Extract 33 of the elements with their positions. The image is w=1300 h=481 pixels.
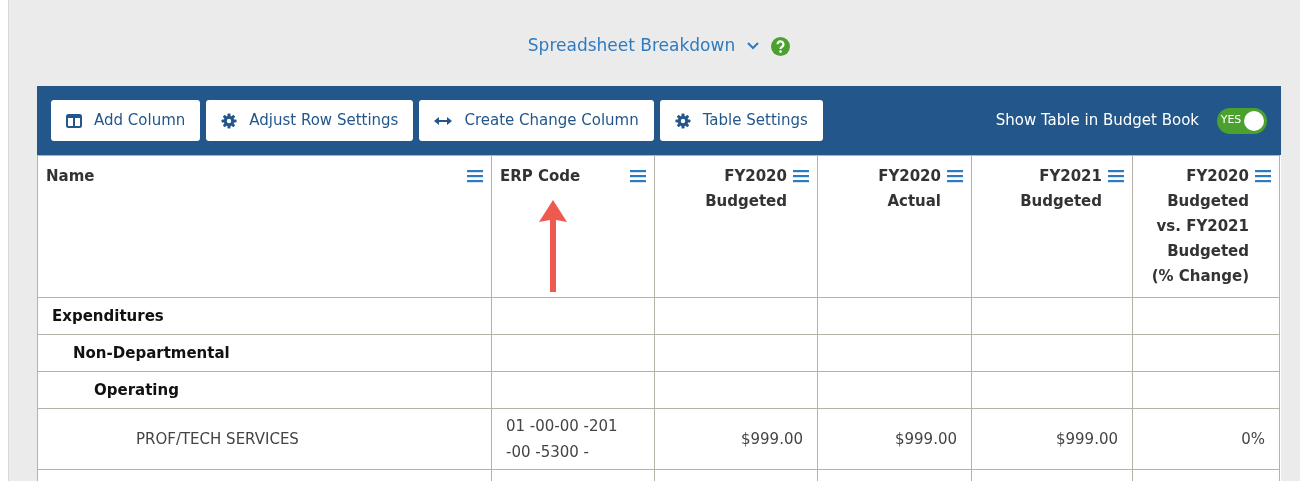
chevron-down-icon[interactable] <box>747 42 760 50</box>
table-cell: 0% <box>1241 430 1265 448</box>
group-name: Non-Departmental <box>73 344 230 362</box>
gear-icon <box>674 112 691 129</box>
column-heading: FY2020 Budgeted vs. FY2021 Budgeted (% Change) <box>1150 166 1249 287</box>
toolbar-button[interactable]: Table Settings <box>659 100 823 141</box>
menu-icon[interactable] <box>1108 169 1124 183</box>
toolbar-button[interactable]: Adjust Row Settings <box>206 100 414 141</box>
columns-icon <box>66 113 82 128</box>
column-heading: FY2020 Budgeted <box>704 166 787 212</box>
double-arrow-icon <box>434 115 453 126</box>
table-cell: 01 -00-00 -201 -00 -5300 - <box>506 417 618 461</box>
column-heading: ERP Code <box>500 166 582 187</box>
toolbar-button[interactable]: Add Column <box>51 100 201 141</box>
toggle-label: Show Table in Budget Book <box>995 110 1199 132</box>
menu-icon[interactable] <box>467 169 483 183</box>
row-name: PROF/TECH SERVICES <box>136 430 299 448</box>
section-title[interactable]: Spreadsheet Breakdown <box>527 33 736 59</box>
column-heading: FY2020 Actual <box>877 166 941 212</box>
help-icon[interactable] <box>771 36 791 56</box>
group-name: Expenditures <box>52 307 164 325</box>
table-cell: $999.00 <box>894 430 957 448</box>
column-heading: Name <box>46 166 96 187</box>
table-cell: $999.00 <box>740 430 803 448</box>
menu-icon[interactable] <box>947 169 963 183</box>
column-heading: FY2021 Budgeted <box>1019 166 1102 212</box>
group-name: Operating <box>94 381 179 399</box>
menu-icon[interactable] <box>1255 169 1271 183</box>
gear-icon <box>221 112 238 129</box>
menu-icon[interactable] <box>793 169 809 183</box>
toolbar-button[interactable]: Create Change Column <box>419 100 654 141</box>
menu-icon[interactable] <box>630 169 646 183</box>
table-cell: $999.00 <box>1055 430 1118 448</box>
